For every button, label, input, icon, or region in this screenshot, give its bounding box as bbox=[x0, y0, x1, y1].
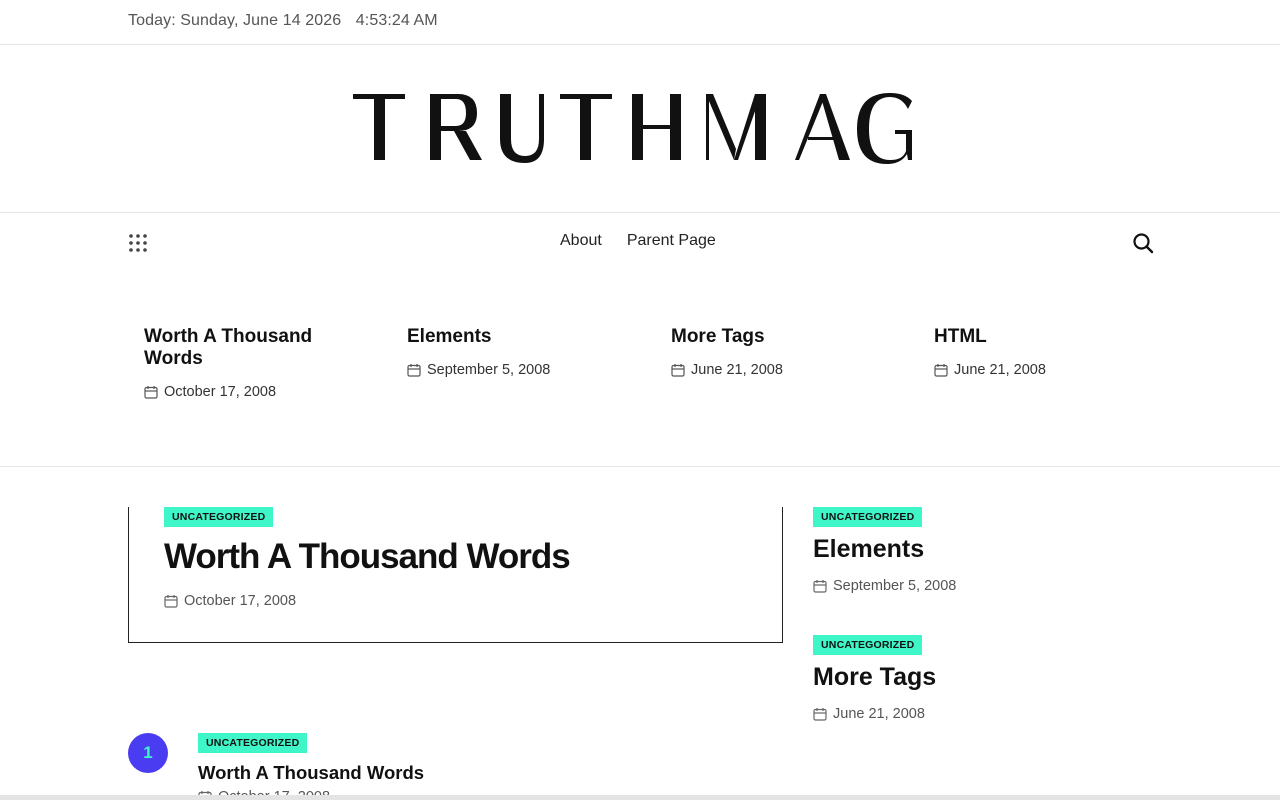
category-badge[interactable]: UNCATEGORIZED bbox=[198, 733, 308, 753]
current-date: Today: Sunday, June 14 2026 4:53:24 AM bbox=[128, 12, 438, 30]
featured-post-date: October 17, 2008 bbox=[164, 593, 296, 609]
side-post-title[interactable]: Elements bbox=[813, 535, 1153, 564]
rank-number: 1 bbox=[128, 733, 168, 773]
featured-post-date-text: October 17, 2008 bbox=[184, 593, 297, 609]
side-post: UNCATEGORIZED Elements September 5, 2008 bbox=[813, 507, 1153, 594]
side-post-date-text: September 5, 2008 bbox=[833, 577, 957, 594]
horizontal-scrollbar[interactable] bbox=[0, 795, 1280, 800]
top-bar: Today: Sunday, June 14 2026 4:53:24 AM bbox=[0, 0, 1280, 45]
recent-post-date-text: June 21, 2008 bbox=[954, 362, 1046, 378]
calendar-icon bbox=[671, 364, 685, 377]
calendar-icon bbox=[813, 707, 827, 721]
recent-post-date: June 21, 2008 bbox=[934, 362, 1144, 378]
recent-post: HTML June 21, 2008 bbox=[934, 326, 1144, 378]
category-badge[interactable]: UNCATEGORIZED bbox=[813, 507, 923, 527]
side-post-date-text: June 21, 2008 bbox=[833, 705, 925, 722]
recent-post-title[interactable]: HTML bbox=[934, 326, 1144, 348]
recent-post-title[interactable]: More Tags bbox=[671, 326, 881, 348]
side-post-title[interactable]: More Tags bbox=[813, 663, 1153, 692]
category-badge[interactable]: UNCATEGORIZED bbox=[164, 507, 274, 527]
ranked-post: 1 UNCATEGORIZED Worth A Thousand Words O… bbox=[128, 733, 768, 800]
recent-post-date: June 21, 2008 bbox=[671, 362, 881, 378]
recent-post-date-text: June 21, 2008 bbox=[691, 362, 783, 378]
date-text: Today: Sunday, June 14 2026 bbox=[128, 12, 342, 29]
calendar-icon bbox=[934, 364, 948, 377]
search-icon[interactable] bbox=[1132, 232, 1154, 254]
site-logo[interactable] bbox=[350, 89, 915, 169]
recent-posts-row: Worth A Thousand Words October 17, 2008 … bbox=[0, 271, 1280, 467]
main-nav: About Parent Page bbox=[0, 213, 1280, 271]
recent-post-date-text: October 17, 2008 bbox=[164, 384, 277, 400]
recent-post-date-text: September 5, 2008 bbox=[427, 362, 551, 378]
calendar-icon bbox=[164, 595, 178, 608]
featured-post-title[interactable]: Worth A Thousand Words bbox=[164, 537, 571, 577]
recent-post-date: October 17, 2008 bbox=[144, 384, 354, 400]
category-badge[interactable]: UNCATEGORIZED bbox=[813, 635, 923, 655]
recent-post-title[interactable]: Elements bbox=[407, 326, 617, 348]
nav-link-parent-page[interactable]: Parent Page bbox=[627, 232, 716, 250]
featured-post-card: UNCATEGORIZED Worth A Thousand Words Oct… bbox=[128, 507, 783, 643]
grid-menu-icon[interactable] bbox=[128, 233, 148, 253]
nav-link-about[interactable]: About bbox=[560, 232, 602, 250]
calendar-icon bbox=[813, 579, 827, 593]
recent-post: Worth A Thousand Words October 17, 2008 bbox=[144, 326, 354, 400]
nav-links: About Parent Page bbox=[560, 232, 716, 250]
masthead bbox=[0, 45, 1280, 213]
calendar-icon bbox=[407, 364, 421, 377]
recent-post: Elements September 5, 2008 bbox=[407, 326, 617, 378]
side-post: UNCATEGORIZED More Tags June 21, 2008 bbox=[813, 635, 1153, 722]
recent-post-date: September 5, 2008 bbox=[407, 362, 617, 378]
ranked-post-title[interactable]: Worth A Thousand Words bbox=[198, 762, 424, 784]
calendar-icon bbox=[144, 386, 158, 399]
recent-post-title[interactable]: Worth A Thousand Words bbox=[144, 326, 354, 370]
side-post-date: June 21, 2008 bbox=[813, 706, 1153, 722]
time-text: 4:53:24 AM bbox=[355, 12, 438, 29]
side-post-date: September 5, 2008 bbox=[813, 578, 1153, 594]
recent-post: More Tags June 21, 2008 bbox=[671, 326, 881, 378]
